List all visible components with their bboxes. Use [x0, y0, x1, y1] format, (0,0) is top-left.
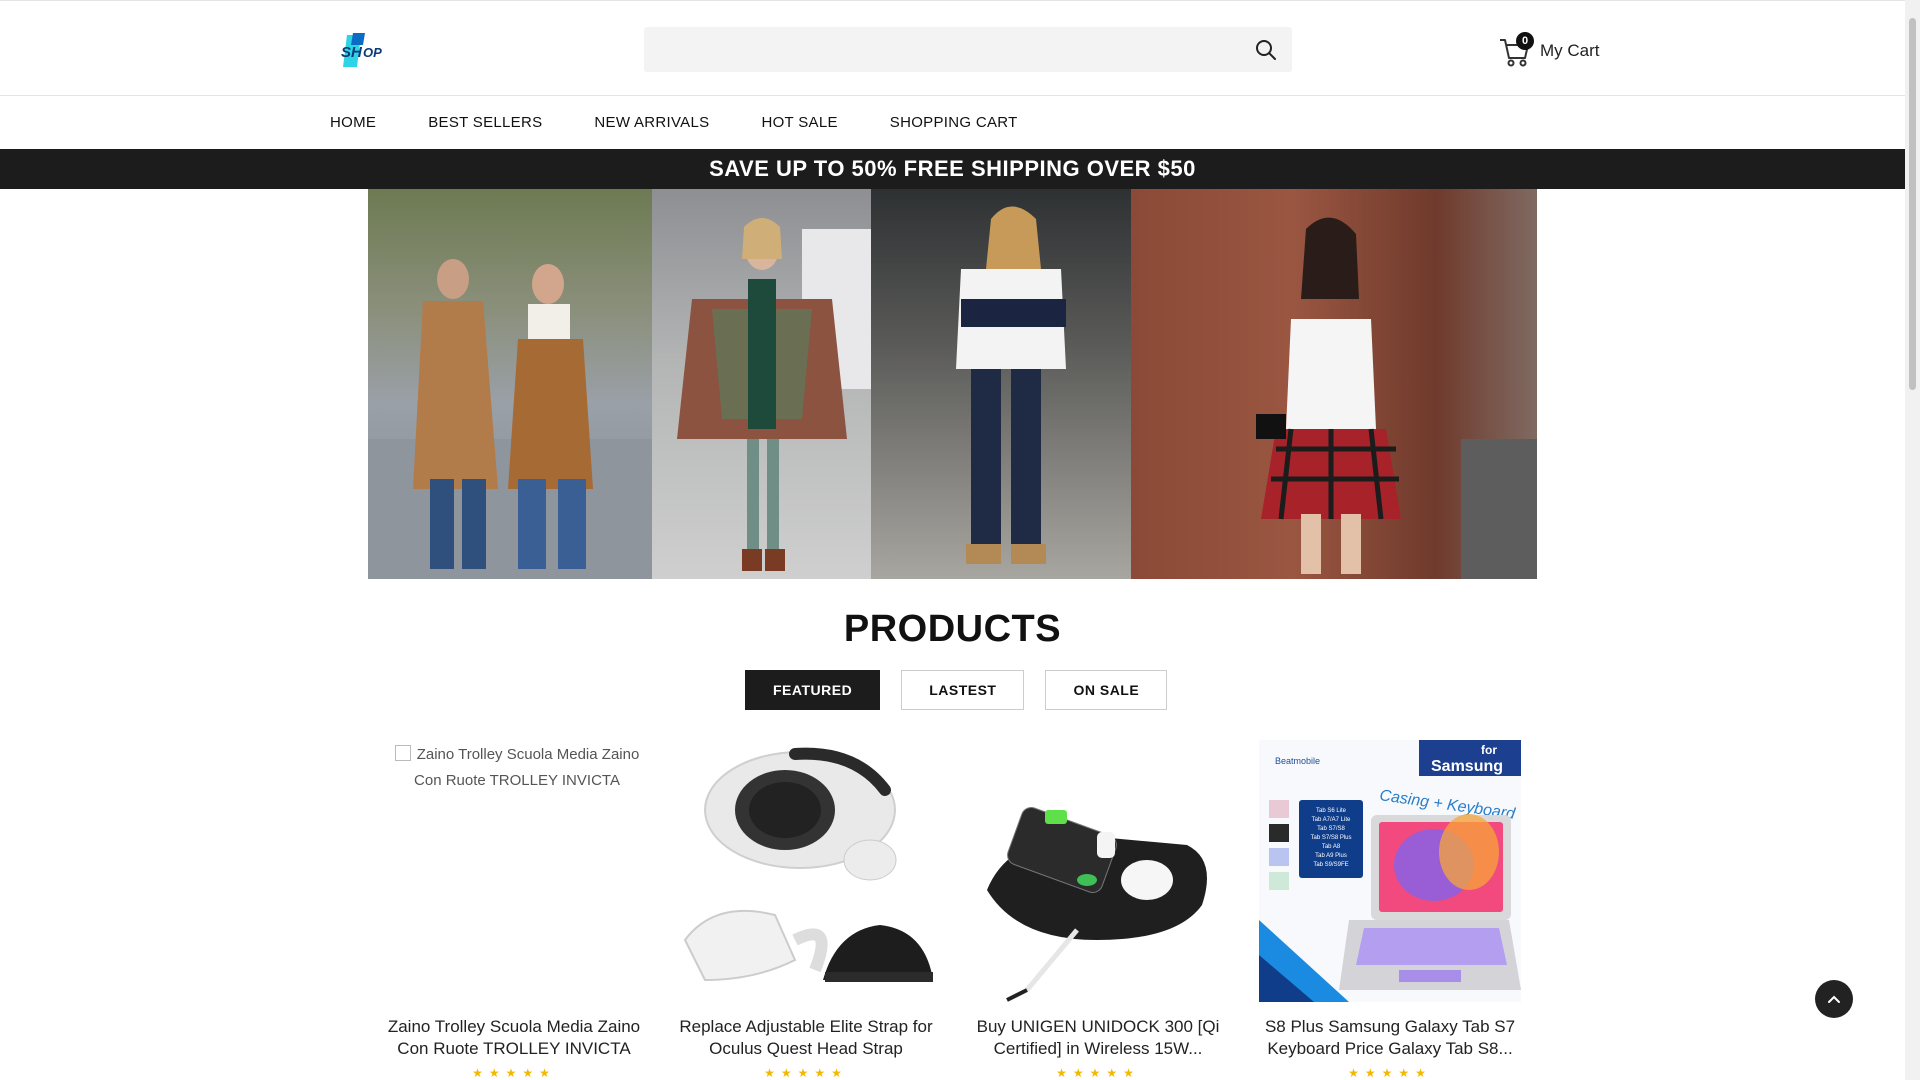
product-image-wireless-dock[interactable]: [967, 740, 1229, 1002]
hero-image-plaid-skirt: [1131, 189, 1537, 579]
back-to-top-button[interactable]: [1815, 980, 1853, 1018]
nav-item-best-sellers[interactable]: BEST SELLERS: [428, 114, 542, 131]
site-header: SH OP 0 My Cart: [0, 0, 1905, 96]
search-input[interactable]: [644, 27, 1292, 72]
nav-item-hot-sale[interactable]: HOT SALE: [761, 114, 837, 131]
samsung-keyboard-image: for Samsung Casing + Keyboard Beatmobile…: [1259, 740, 1521, 1002]
product-card[interactable]: Zaino Trolley Scuola Media Zaino Con Ruo…: [376, 740, 652, 1080]
hero-illustration-2: [677, 218, 871, 571]
hero-illustration-1: [368, 259, 652, 579]
hero-illustration-3: [956, 206, 1066, 564]
product-image-broken[interactable]: Zaino Trolley Scuola Media Zaino Con Ruo…: [383, 740, 645, 1002]
product-card[interactable]: Buy UNIGEN UNIDOCK 300 [Qi Certified] in…: [960, 740, 1236, 1080]
product-rating-stars: ★★★★★: [764, 1066, 848, 1080]
tab-featured[interactable]: FEATURED: [745, 670, 881, 710]
ad-brand: Beatmobile: [1275, 756, 1320, 766]
nav-item-new-arrivals[interactable]: NEW ARRIVALS: [594, 114, 709, 131]
cart-icon-wrap: 0: [1498, 32, 1534, 68]
tab-lastest[interactable]: LASTEST: [901, 670, 1025, 710]
svg-text:Tab A9 Plus: Tab A9 Plus: [1315, 853, 1347, 859]
hero-illustration-4: [1256, 217, 1537, 579]
search-bar: [644, 27, 1292, 72]
search-icon: [1256, 40, 1276, 60]
svg-text:Tab S6 Lite: Tab S6 Lite: [1316, 808, 1347, 814]
logo-graphic: SH OP: [341, 33, 382, 67]
logo-text: SH: [341, 44, 363, 61]
product-image-vr-strap[interactable]: [675, 740, 937, 1002]
hero-image-plaid-poncho: [652, 189, 871, 579]
svg-text:Tab A8: Tab A8: [1322, 844, 1341, 850]
ad-for-text: for: [1481, 743, 1497, 757]
svg-text:Tab S7/S8: Tab S7/S8: [1317, 826, 1345, 832]
product-image-alt-text: Zaino Trolley Scuola Media Zaino Con Ruo…: [391, 742, 643, 794]
tab-on-sale[interactable]: ON SALE: [1045, 670, 1168, 710]
product-rating-stars: ★★★★★: [1348, 1066, 1432, 1080]
product-rating-stars: ★★★★★: [472, 1066, 556, 1080]
svg-text:Tab S7/S8 Plus: Tab S7/S8 Plus: [1310, 835, 1351, 841]
svg-text:OP: OP: [363, 45, 382, 60]
cart-label: My Cart: [1540, 41, 1600, 60]
product-title[interactable]: S8 Plus Samsung Galaxy Tab S7 Keyboard P…: [1259, 1016, 1521, 1060]
products-section-title: PRODUCTS: [843, 608, 1062, 650]
product-grid: Zaino Trolley Scuola Media Zaino Con Ruo…: [376, 740, 1528, 1080]
cart-link[interactable]: 0 My Cart: [1498, 31, 1600, 71]
search-button[interactable]: [1254, 38, 1278, 62]
nav-item-shopping-cart[interactable]: SHOPPING CART: [890, 114, 1018, 131]
main-nav: HOME BEST SELLERS NEW ARRIVALS HOT SALE …: [0, 96, 1905, 149]
vr-strap-image: [683, 747, 933, 982]
hero-image-street-duo: [368, 189, 652, 579]
hero-image-striped-tee: [871, 189, 1131, 579]
chevron-up-icon: [1828, 995, 1840, 1003]
product-image-samsung-keyboard[interactable]: for Samsung Casing + Keyboard Beatmobile…: [1259, 740, 1521, 1002]
page-scrollbar[interactable]: [1905, 0, 1920, 1080]
product-title[interactable]: Replace Adjustable Elite Strap for Oculu…: [675, 1016, 937, 1060]
svg-text:Tab A7/A7 Lite: Tab A7/A7 Lite: [1312, 817, 1351, 823]
svg-text:Tab S9/S9FE: Tab S9/S9FE: [1313, 862, 1348, 868]
nav-list: HOME BEST SELLERS NEW ARRIVALS HOT SALE …: [330, 96, 1070, 149]
nav-item-home[interactable]: HOME: [330, 114, 376, 131]
product-card[interactable]: for Samsung Casing + Keyboard Beatmobile…: [1252, 740, 1528, 1080]
product-tabs: FEATURED LASTEST ON SALE: [745, 670, 1168, 710]
ad-samsung-text: Samsung: [1431, 758, 1503, 775]
product-card[interactable]: Replace Adjustable Elite Strap for Oculu…: [668, 740, 944, 1080]
product-title[interactable]: Buy UNIGEN UNIDOCK 300 [Qi Certified] in…: [967, 1016, 1229, 1060]
product-title[interactable]: Zaino Trolley Scuola Media Zaino Con Ruo…: [383, 1016, 645, 1060]
cart-count-badge: 0: [1516, 32, 1534, 50]
product-rating-stars: ★★★★★: [1056, 1066, 1140, 1080]
hero-banner[interactable]: [368, 189, 1537, 579]
shop-logo[interactable]: SH OP: [339, 31, 391, 71]
promo-banner[interactable]: SAVE UP TO 50% FREE SHIPPING OVER $50: [0, 149, 1905, 189]
scrollbar-thumb[interactable]: [1909, 18, 1916, 390]
wireless-dock-image: [987, 807, 1207, 1002]
